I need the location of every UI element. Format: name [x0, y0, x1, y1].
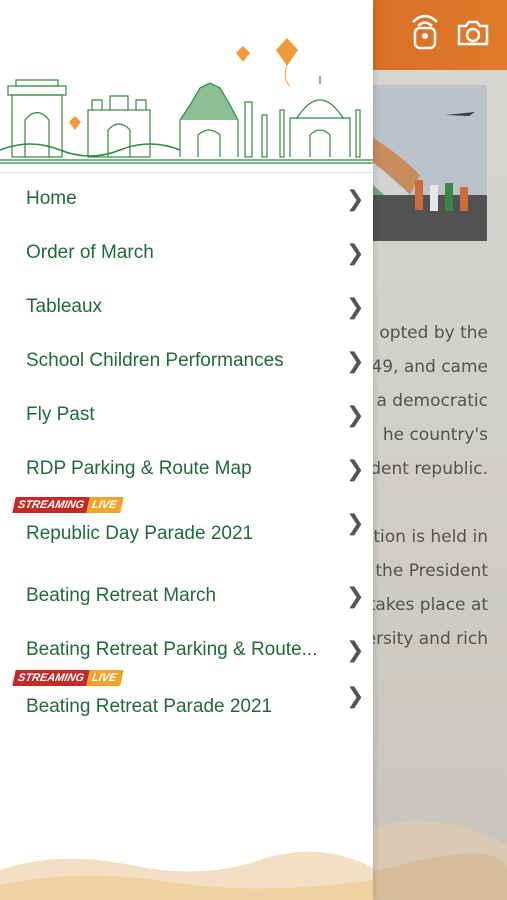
menu-item-school-children-performances[interactable]: School Children Performances ❯: [0, 335, 373, 389]
chevron-right-icon: ❯: [346, 403, 365, 428]
chevron-right-icon: ❯: [346, 638, 365, 663]
remote-signal-icon[interactable]: [408, 10, 442, 50]
live-badge-text: LIVE: [86, 497, 125, 513]
menu-item-order-of-march[interactable]: Order of March ❯: [0, 227, 373, 281]
menu-item-label: Beating Retreat Parking & Route...: [26, 639, 318, 660]
menu-item-beating-retreat-parade-2021[interactable]: STREAMING LIVE Beating Retreat Parade 2021…: [0, 670, 373, 736]
drawer-decorative-wave: [0, 851, 373, 900]
navigation-drawer: Home ❯ Order of March ❯ Tableaux ❯ School Chil…: [0, 0, 373, 900]
menu-item-label: Tableaux: [26, 296, 103, 317]
camera-icon[interactable]: [456, 10, 490, 50]
india-monuments-banner: [0, 38, 373, 164]
menu-item-beating-retreat-march[interactable]: Beating Retreat March ❯: [0, 570, 373, 624]
menu-item-label: RDP Parking & Route Map: [26, 458, 252, 479]
streaming-live-badge: STREAMING LIVE: [12, 670, 125, 686]
chevron-right-icon: ❯: [346, 241, 365, 266]
menu-item-label: Republic Day Parade 2021: [26, 523, 254, 544]
streaming-live-badge: STREAMING LIVE: [12, 497, 125, 513]
menu-item-label: Beating Retreat March: [26, 585, 217, 606]
menu-item-rdp-parking-route-map[interactable]: RDP Parking & Route Map ❯: [0, 443, 373, 497]
chevron-right-icon: ❯: [346, 295, 365, 320]
chevron-right-icon: ❯: [346, 457, 365, 482]
drawer-scrim[interactable]: [373, 70, 507, 900]
menu-item-home[interactable]: Home ❯: [0, 173, 373, 227]
menu-item-tableaux[interactable]: Tableaux ❯: [0, 281, 373, 335]
live-badge-text: LIVE: [86, 670, 125, 686]
menu-item-label: School Children Performances: [26, 350, 284, 371]
chevron-right-icon: ❯: [346, 584, 365, 609]
menu-item-label: Home: [26, 188, 77, 209]
streaming-badge-text: STREAMING: [12, 670, 90, 686]
menu-item-republic-day-parade-2021[interactable]: STREAMING LIVE Republic Day Parade 2021 ❯: [0, 497, 373, 563]
menu-item-label: Beating Retreat Parade 2021: [26, 696, 273, 717]
menu-item-label: Order of March: [26, 242, 154, 263]
menu-item-fly-past[interactable]: Fly Past ❯: [0, 389, 373, 443]
streaming-badge-text: STREAMING: [12, 497, 90, 513]
chevron-right-icon: ❯: [346, 349, 365, 374]
chevron-right-icon: ❯: [346, 684, 365, 709]
chevron-right-icon: ❯: [346, 187, 365, 212]
chevron-right-icon: ❯: [346, 511, 365, 536]
menu-item-label: Fly Past: [26, 404, 95, 425]
